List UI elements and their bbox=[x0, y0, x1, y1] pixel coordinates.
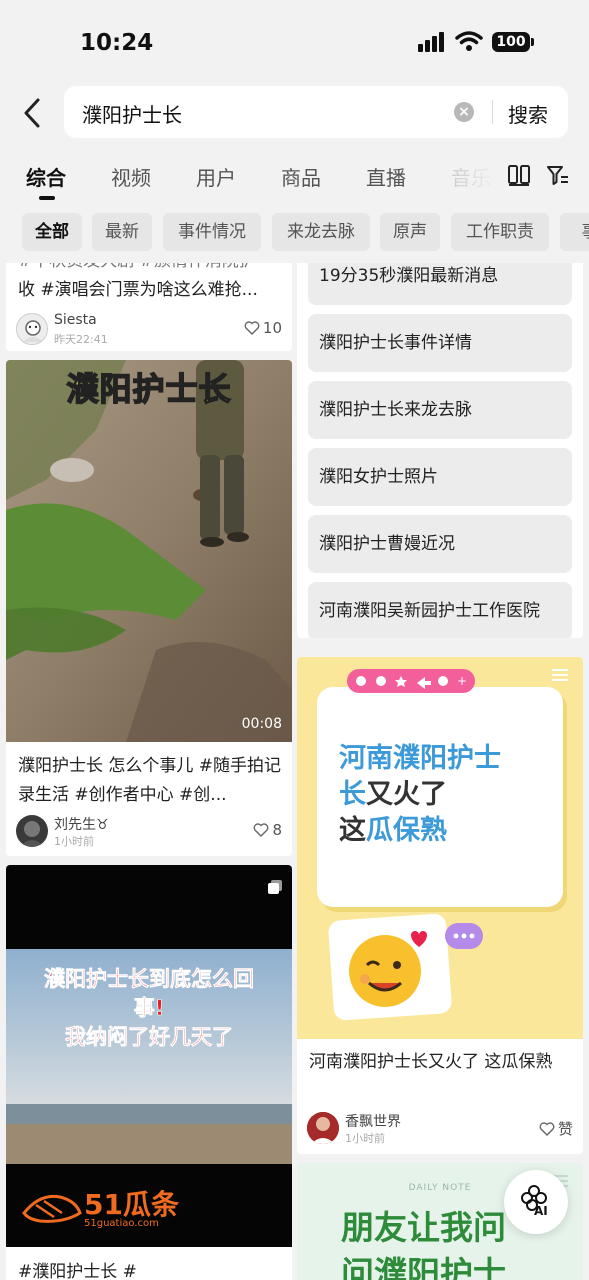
post-author[interactable]: 刘先生♉ 1小时前 8 bbox=[16, 815, 286, 851]
post-image[interactable]: 濮阳护士长到底怎么回 事! 我纳闷了好几天了 51瓜条 51guatiao.co… bbox=[6, 865, 292, 1247]
related-search-item[interactable]: 19分35秒濮阳最新消息 bbox=[308, 263, 572, 305]
watermark-logo: 51瓜条 51guatiao.com bbox=[20, 1185, 230, 1235]
like-count[interactable]: 10 bbox=[244, 319, 282, 337]
chip-event[interactable]: 事件情况 bbox=[163, 213, 261, 251]
video-duration: 00:08 bbox=[241, 716, 282, 732]
poster-line: 瓜保熟 bbox=[366, 815, 447, 846]
signal-icon bbox=[418, 32, 448, 52]
heart-icon[interactable] bbox=[244, 321, 260, 335]
poster-line: 长 bbox=[339, 779, 366, 810]
chat-bubble-icon bbox=[445, 923, 483, 949]
tab-video[interactable]: 视频 bbox=[111, 162, 151, 191]
poster-line: 问濮阳护士 bbox=[341, 1254, 506, 1280]
filter-icon[interactable] bbox=[546, 164, 570, 186]
poster-line: 这 bbox=[339, 815, 366, 846]
related-search-item[interactable]: 濮阳女护士照片 bbox=[308, 448, 572, 506]
related-search-item[interactable]: 濮阳护士长来龙去脉 bbox=[308, 381, 572, 439]
wifi-icon bbox=[455, 31, 483, 51]
like-count-value: 赞 bbox=[557, 1120, 573, 1138]
heart-icon[interactable] bbox=[253, 823, 269, 837]
avatar[interactable] bbox=[307, 1112, 339, 1144]
chip-duty[interactable]: 工作职责 bbox=[451, 213, 549, 251]
post-time: 昨天22:41 bbox=[54, 333, 108, 346]
post-title: 濮阳护士长 怎么个事儿 #随手拍记录生活 #创作者中心 #创... bbox=[18, 756, 282, 805]
filter-chips: 全部 最新 事件情况 来龙去脉 原声 工作职责 事 bbox=[0, 213, 589, 255]
poster-line: 河南濮阳护士 bbox=[339, 743, 501, 774]
feed-right-column: 19分35秒濮阳最新消息 濮阳护士长事件详情 濮阳护士长来龙去脉 濮阳女护士照片… bbox=[297, 263, 583, 1280]
chip-sound[interactable]: 原声 bbox=[380, 213, 440, 251]
author-name[interactable]: 刘先生♉ bbox=[54, 814, 109, 834]
clear-icon[interactable]: × bbox=[454, 102, 474, 122]
wink-emoji-icon bbox=[349, 931, 427, 1007]
search-divider bbox=[492, 100, 493, 124]
tab-live[interactable]: 直播 bbox=[366, 162, 406, 191]
search-input[interactable]: 濮阳护士长 × 搜索 bbox=[64, 86, 568, 138]
image-overlay-text: 濮阳护士长到底怎么回 事! 我纳闷了好几天了 bbox=[6, 965, 292, 1052]
post-card[interactable]: #中秋员发大剧 #颁情伴消院护 收 #演唱会门票为啥这么难抢... Siesta… bbox=[6, 263, 292, 351]
battery-indicator: 100 bbox=[492, 32, 534, 52]
post-image[interactable]: + 河南濮阳护士 长又火了 这瓜保熟 bbox=[297, 657, 583, 1039]
related-search-item[interactable]: 河南濮阳吴新园护士工作医院 bbox=[308, 582, 572, 638]
search-button[interactable]: 搜索 bbox=[508, 99, 548, 128]
result-tabs: 综合 视频 用户 商品 直播 音乐 bbox=[0, 150, 589, 206]
video-thumbnail[interactable]: 濮阳护士长 00:08 bbox=[6, 360, 292, 742]
post-title: 河南濮阳护士长又火了 这瓜保熟 bbox=[309, 1052, 553, 1072]
like-count-value: 8 bbox=[272, 821, 282, 839]
like-count[interactable]: 8 bbox=[253, 821, 282, 839]
video-overlay-title: 濮阳护士长 bbox=[66, 369, 232, 409]
video-card[interactable]: 濮阳护士长 00:08 濮阳护士长 怎么个事儿 #随手拍记录生活 #创作者中心 … bbox=[6, 360, 292, 856]
chip-all[interactable]: 全部 bbox=[22, 213, 82, 251]
post-title-cut: #中秋员发大剧 #颁情伴消院护 bbox=[18, 263, 284, 276]
tab-all[interactable]: 综合 bbox=[26, 162, 66, 191]
tab-users[interactable]: 用户 bbox=[196, 162, 236, 191]
feed-left-column: #中秋员发大剧 #颁情伴消院护 收 #演唱会门票为啥这么难抢... Siesta… bbox=[6, 263, 292, 1280]
poster-headline: 朋友让我问 问濮阳护士 bbox=[341, 1205, 506, 1280]
overlay-line: 我纳闷了好几天了 bbox=[65, 1025, 234, 1050]
image-card[interactable]: + 河南濮阳护士 长又火了 这瓜保熟 河南濮阳护士长又火了 这瓜保熟 香飘世界 … bbox=[297, 657, 583, 1154]
watermark-brand: 51瓜条 bbox=[84, 1188, 179, 1221]
tab-active-indicator bbox=[39, 196, 55, 200]
heart-icon[interactable] bbox=[539, 1122, 555, 1136]
chip-origin[interactable]: 来龙去脉 bbox=[272, 213, 370, 251]
poster-line: 又火了 bbox=[366, 779, 447, 810]
related-search-item[interactable]: 濮阳护士长事件详情 bbox=[308, 314, 572, 372]
svg-text:+: + bbox=[457, 674, 467, 688]
status-time: 10:24 bbox=[80, 30, 154, 56]
post-author[interactable]: 香飘世界 1小时前 赞 bbox=[307, 1112, 577, 1148]
tab-products[interactable]: 商品 bbox=[281, 162, 321, 191]
author-name[interactable]: 香飘世界 bbox=[345, 1111, 401, 1131]
multi-image-icon bbox=[268, 880, 282, 894]
post-title: #濮阳护士长 # bbox=[18, 1262, 137, 1280]
post-time: 1小时前 bbox=[345, 1132, 385, 1145]
search-query[interactable]: 濮阳护士长 bbox=[82, 99, 182, 128]
overlay-line: 濮阳护士长到底怎么回 bbox=[44, 967, 255, 992]
tabs-fade-overlay bbox=[440, 150, 500, 206]
like-count-value: 10 bbox=[262, 319, 282, 337]
post-title: 收 #演唱会门票为啥这么难抢... bbox=[18, 280, 258, 300]
like-count[interactable]: 赞 bbox=[539, 1118, 573, 1139]
watermark-url: 51guatiao.com bbox=[84, 1218, 159, 1229]
post-author[interactable]: Siesta 昨天22:41 10 bbox=[16, 312, 286, 349]
menu-lines-icon bbox=[552, 669, 568, 681]
image-card[interactable]: 濮阳护士长到底怎么回 事! 我纳闷了好几天了 51瓜条 51guatiao.co… bbox=[6, 865, 292, 1280]
chip-more[interactable]: 事 bbox=[560, 213, 589, 251]
avatar[interactable] bbox=[16, 815, 48, 847]
layout-toggle-icon[interactable] bbox=[508, 164, 530, 186]
ai-assistant-button[interactable]: AI bbox=[504, 1170, 568, 1234]
author-name[interactable]: Siesta bbox=[54, 312, 97, 328]
post-time: 1小时前 bbox=[54, 835, 94, 848]
chip-latest[interactable]: 最新 bbox=[92, 213, 152, 251]
poster-headline: 河南濮阳护士 长又火了 这瓜保熟 bbox=[339, 741, 501, 849]
back-arrow-icon[interactable] bbox=[18, 96, 48, 130]
poster-line: 朋友让我问 bbox=[341, 1208, 506, 1247]
related-search-item[interactable]: 濮阳护士曹嫚近况 bbox=[308, 515, 572, 573]
related-searches-card: 19分35秒濮阳最新消息 濮阳护士长事件详情 濮阳护士长来龙去脉 濮阳女护士照片… bbox=[297, 263, 583, 638]
ai-label: AI bbox=[534, 1204, 548, 1218]
avatar[interactable] bbox=[16, 313, 48, 345]
reaction-bar: + bbox=[347, 669, 475, 693]
status-bar: 10:24 100 bbox=[0, 0, 589, 86]
overlay-line: 事! bbox=[133, 996, 165, 1021]
